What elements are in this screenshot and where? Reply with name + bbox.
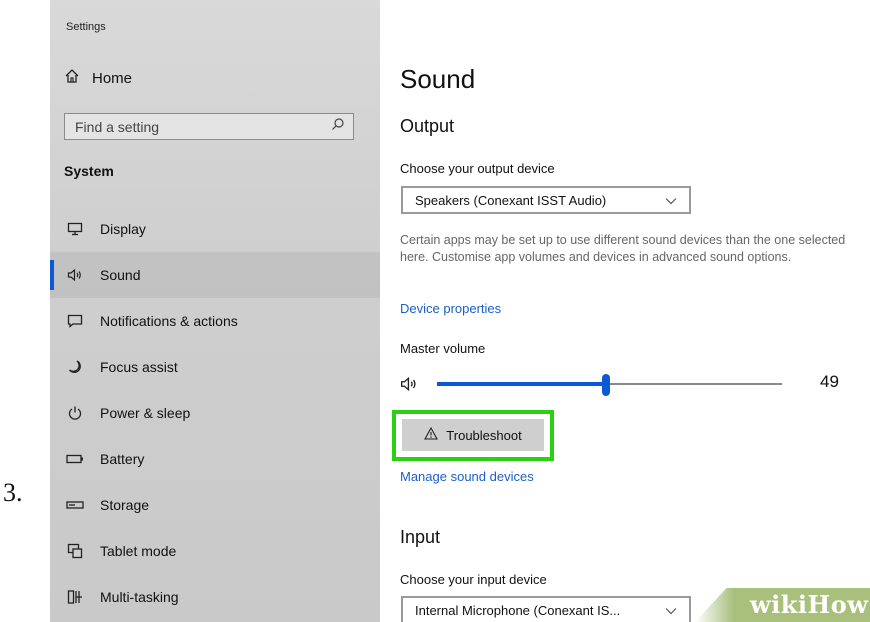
- sidebar-item-label: Sound: [100, 267, 141, 283]
- volume-slider-fill: [437, 382, 607, 386]
- page-title: Sound: [400, 64, 476, 94]
- sidebar-item-power-sleep[interactable]: Power & sleep: [50, 390, 380, 436]
- input-device-value: Internal Microphone (Conexant IS...: [415, 602, 621, 618]
- home-nav-item[interactable]: Home: [64, 68, 132, 88]
- speaker-icon: [64, 268, 86, 282]
- sidebar-item-label: Battery: [100, 451, 145, 467]
- chevron-down-icon: [665, 603, 677, 618]
- sidebar-item-storage[interactable]: Storage: [50, 482, 380, 528]
- troubleshoot-button[interactable]: Troubleshoot: [402, 419, 544, 451]
- sidebar-item-label: Tablet mode: [100, 543, 177, 559]
- watermark-wiki: wiki: [750, 590, 808, 619]
- volume-slider[interactable]: [437, 374, 782, 396]
- sidebar-item-multitasking[interactable]: Multi-tasking: [50, 574, 380, 620]
- master-volume-row: 49: [400, 370, 860, 398]
- sidebar-item-battery[interactable]: Battery: [50, 436, 380, 482]
- troubleshoot-label: Troubleshoot: [446, 427, 522, 443]
- volume-value: 49: [820, 372, 839, 391]
- search-icon[interactable]: [331, 117, 345, 136]
- output-device-label: Choose your output device: [400, 161, 555, 176]
- find-setting-search[interactable]: [64, 113, 354, 140]
- storage-icon: [64, 499, 86, 511]
- sidebar-item-sound[interactable]: Sound: [50, 252, 380, 298]
- volume-slider-thumb[interactable]: [602, 374, 611, 396]
- wikihow-watermark: wikiHow: [695, 588, 870, 622]
- battery-icon: [64, 453, 86, 465]
- monitor-icon: [64, 222, 86, 236]
- home-label: Home: [92, 69, 133, 87]
- power-icon: [64, 405, 86, 421]
- sidebar-item-tablet-mode[interactable]: Tablet mode: [50, 528, 380, 574]
- message-icon: [64, 314, 86, 328]
- manage-sound-devices-link[interactable]: Manage sound devices: [400, 469, 534, 484]
- input-heading: Input: [400, 527, 441, 547]
- speaker-icon[interactable]: [400, 376, 418, 397]
- sidebar-nav: Display Sound Notifications & actions Fo…: [50, 206, 380, 620]
- sidebar-item-label: Multi-tasking: [100, 589, 179, 605]
- device-properties-link[interactable]: Device properties: [400, 301, 501, 316]
- section-system: System: [64, 163, 114, 179]
- moon-icon: [64, 359, 86, 375]
- sidebar-item-label: Power & sleep: [100, 405, 191, 421]
- warning-icon: [424, 426, 439, 443]
- chevron-down-icon: [665, 193, 677, 208]
- tablet-icon: [64, 543, 86, 559]
- search-input[interactable]: [73, 117, 331, 136]
- sidebar-item-label: Storage: [100, 497, 150, 513]
- output-device-dropdown[interactable]: Speakers (Conexant ISST Audio): [401, 186, 691, 214]
- step-number: 3.: [3, 478, 23, 507]
- multitask-icon: [64, 589, 86, 605]
- settings-sidebar: Settings Home System Display Sound Notif…: [50, 0, 380, 622]
- sidebar-item-label: Focus assist: [100, 359, 178, 375]
- output-heading: Output: [400, 116, 455, 136]
- window-title: Settings: [66, 21, 106, 33]
- input-device-label: Choose your input device: [400, 572, 547, 587]
- sidebar-item-label: Display: [100, 221, 146, 237]
- home-icon: [64, 68, 80, 88]
- sidebar-item-label: Notifications & actions: [100, 313, 238, 329]
- sidebar-item-focus-assist[interactable]: Focus assist: [50, 344, 380, 390]
- sidebar-item-display[interactable]: Display: [50, 206, 380, 252]
- output-device-value: Speakers (Conexant ISST Audio): [415, 192, 607, 208]
- input-device-dropdown[interactable]: Internal Microphone (Conexant IS...: [401, 596, 691, 622]
- sound-settings-panel: Sound Output Choose your output device S…: [380, 0, 870, 622]
- sidebar-item-notifications[interactable]: Notifications & actions: [50, 298, 380, 344]
- master-volume-label: Master volume: [400, 341, 486, 356]
- output-description: Certain apps may be set up to use differ…: [400, 233, 846, 264]
- watermark-how: How: [807, 590, 869, 619]
